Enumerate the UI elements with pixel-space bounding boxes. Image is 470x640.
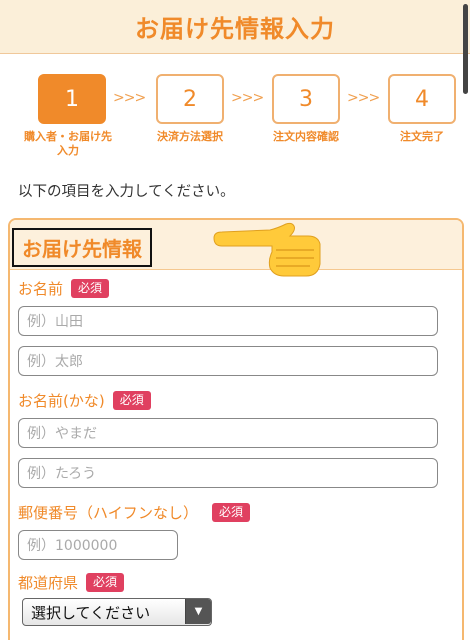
required-badge: 必須 — [86, 573, 125, 592]
first-name-input[interactable]: 例）太郎 — [18, 346, 438, 376]
kana-label-text: お名前(かな) — [18, 392, 105, 410]
step-arrow-icon: >>> — [347, 90, 380, 106]
card-header: お届け先情報 — [10, 220, 462, 277]
last-name-kana-input[interactable]: 例）やまだ — [18, 418, 438, 448]
postal-code-label: 郵便番号（ハイフンなし） 必須 — [18, 502, 251, 523]
step-4: 4 — [388, 74, 456, 124]
step-arrow-icon: >>> — [231, 90, 264, 106]
last-name-input[interactable]: 例）山田 — [18, 306, 438, 336]
step-4-label: 注文完了 — [400, 130, 444, 143]
step-3: 3 — [272, 74, 340, 124]
prefecture-label: 都道府県 必須 — [18, 572, 125, 593]
required-badge: 必須 — [112, 391, 151, 410]
pointing-hand-icon — [213, 222, 321, 277]
scrollbar[interactable] — [463, 4, 468, 94]
required-badge: 必須 — [71, 279, 110, 298]
page-header: お届け先情報入力 — [0, 0, 470, 54]
step-1: 1 — [38, 74, 106, 124]
postal-code-input[interactable]: 例）1000000 — [18, 530, 178, 560]
prefecture-label-text: 都道府県 — [18, 574, 79, 592]
step-arrow-icon: >>> — [113, 90, 146, 106]
step-2: 2 — [156, 74, 224, 124]
section-title: お届け先情報 — [12, 228, 152, 267]
page-title: お届け先情報入力 — [135, 15, 335, 43]
step-2-label: 決済方法選択 — [157, 130, 223, 143]
postal-code-label-text: 郵便番号（ハイフンなし） — [18, 504, 199, 522]
prefecture-select[interactable]: 選択してください ▼ — [22, 598, 212, 626]
first-name-kana-input[interactable]: 例）たろう — [18, 458, 438, 488]
name-label: お名前 必須 — [18, 278, 110, 299]
name-label-text: お名前 — [18, 280, 64, 298]
kana-label: お名前(かな) 必須 — [18, 390, 151, 411]
step-1-label: 購入者・お届け先 入力 — [24, 130, 112, 157]
step-3-label: 注文内容確認 — [273, 130, 339, 143]
intro-text: 以下の項目を入力してください。 — [18, 184, 235, 200]
prefecture-select-value: 選択してください — [31, 603, 151, 622]
required-badge: 必須 — [212, 503, 251, 522]
dropdown-arrow-icon[interactable]: ▼ — [185, 599, 211, 624]
